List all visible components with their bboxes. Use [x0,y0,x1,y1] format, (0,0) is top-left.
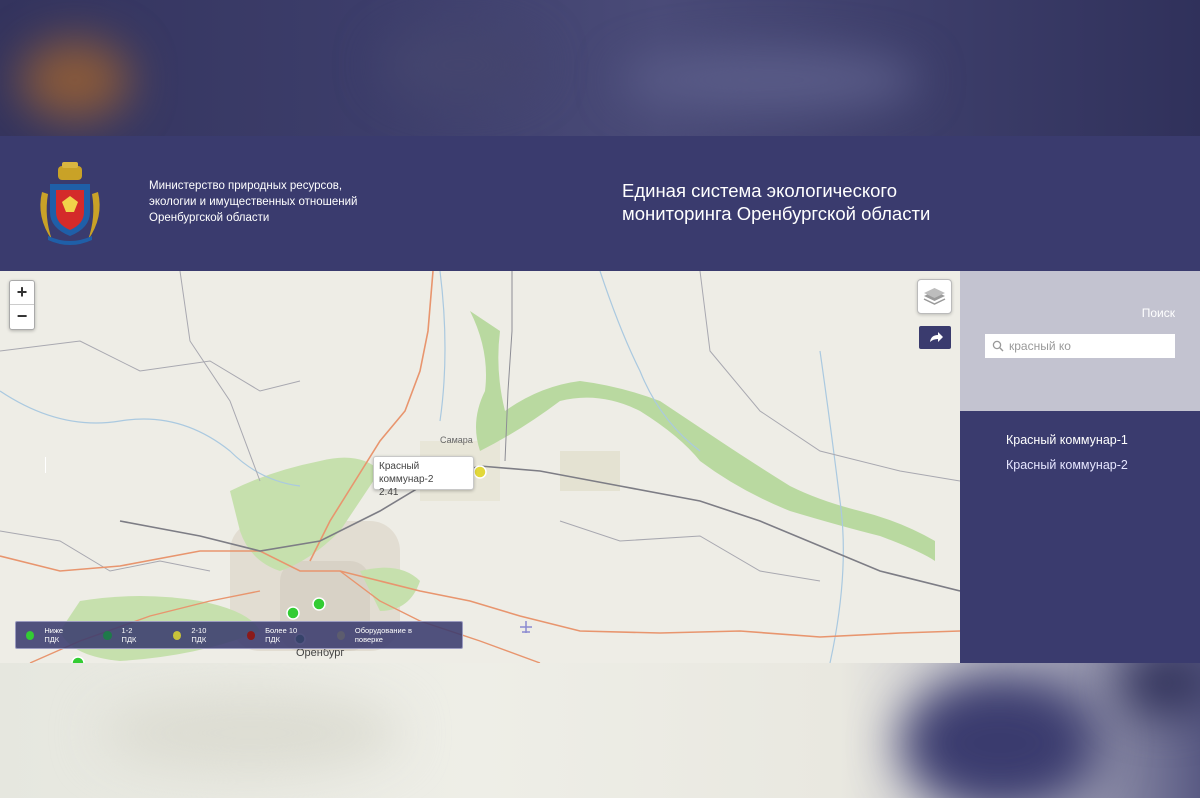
search-label: Поиск [1141,306,1175,320]
ministry-name: Министерство природных ресурсов, экологи… [149,178,389,226]
legend-label: Более 10 ПДК [265,626,298,644]
tooltip-station-name: Красный коммунар-2 [379,461,434,485]
zoom-in-button[interactable]: + [10,281,34,305]
legend-label: 2-10 ПДК [191,626,207,644]
legend-item-below-pdk: Ниже ПДК [26,626,77,644]
tooltip-station-value: 2.41 [379,487,399,498]
legend-dot-green [26,630,35,640]
legend-item-calibration: Оборудование в поверке [336,626,436,644]
blurred-top-area [0,0,1200,136]
search-result-item[interactable]: Красный коммунар-1 [1006,433,1128,447]
legend-item-above-10-pdk: Более 10 ПДК [246,626,311,644]
search-icon [992,340,1004,352]
legend-dot-gray [336,630,345,640]
map-legend: Ниже ПДК 1-2 ПДК 2-10 ПДК Более 10 ПДК О… [15,621,463,649]
river [439,271,446,422]
admin-border [0,340,301,392]
search-results-panel: Красный коммунар-1 Красный коммунар-2 [960,411,1200,663]
admin-border [179,271,261,482]
zoom-out-button[interactable]: − [10,305,34,328]
search-field[interactable] [985,334,1175,358]
search-panel: Поиск [960,271,1200,411]
map-base-layer: Самара [0,271,960,663]
ministry-line-3: Оренбургской области [149,212,270,224]
coat-of-arms-icon [40,162,100,245]
legend-dot-red [246,630,256,640]
legend-label: Оборудование в поверке [354,626,412,644]
station-tooltip: Красный коммунар-2 2.41 [373,456,474,498]
legend-item-2-10-pdk: 2-10 ПДК [173,626,221,644]
station-marker-green[interactable] [286,606,300,620]
ministry-line-2: экологии и имущественных отношений [149,196,358,208]
map-place-label: Самара [440,435,473,445]
system-title: Единая система экологического мониторинг… [622,179,982,225]
system-title-line-1: Единая система экологического [622,180,898,201]
legend-dot-dark-green [103,630,112,640]
forest-area [470,311,935,561]
station-marker-green[interactable] [312,597,326,611]
legend-label: Ниже ПДК [44,626,64,644]
zoom-control: + − [9,280,35,330]
layers-icon [923,288,946,305]
text-cursor [45,457,46,473]
legend-label: 1-2 ПДК [121,626,137,644]
system-title-line-2: мониторинга Оренбургской области [622,203,931,224]
blurred-bottom-area [0,663,1200,798]
search-result-item[interactable]: Красный коммунар-2 [1006,458,1128,472]
site-header: Министерство природных ресурсов, экологи… [0,136,1200,271]
admin-border [0,530,211,572]
layers-button[interactable] [917,279,952,314]
ministry-line-1: Министерство природных ресурсов, [149,180,343,192]
map-view[interactable]: Самара + − Красный коммунар-2 2.41 Оренб… [0,271,960,663]
search-input[interactable] [1009,337,1169,355]
airport-icon [520,621,532,633]
share-button[interactable] [919,326,951,349]
legend-item-1-2-pdk: 1-2 ПДК [103,626,147,644]
legend-dot-yellow [173,630,182,640]
share-arrow-icon [930,332,943,342]
station-marker-yellow[interactable] [473,465,487,479]
